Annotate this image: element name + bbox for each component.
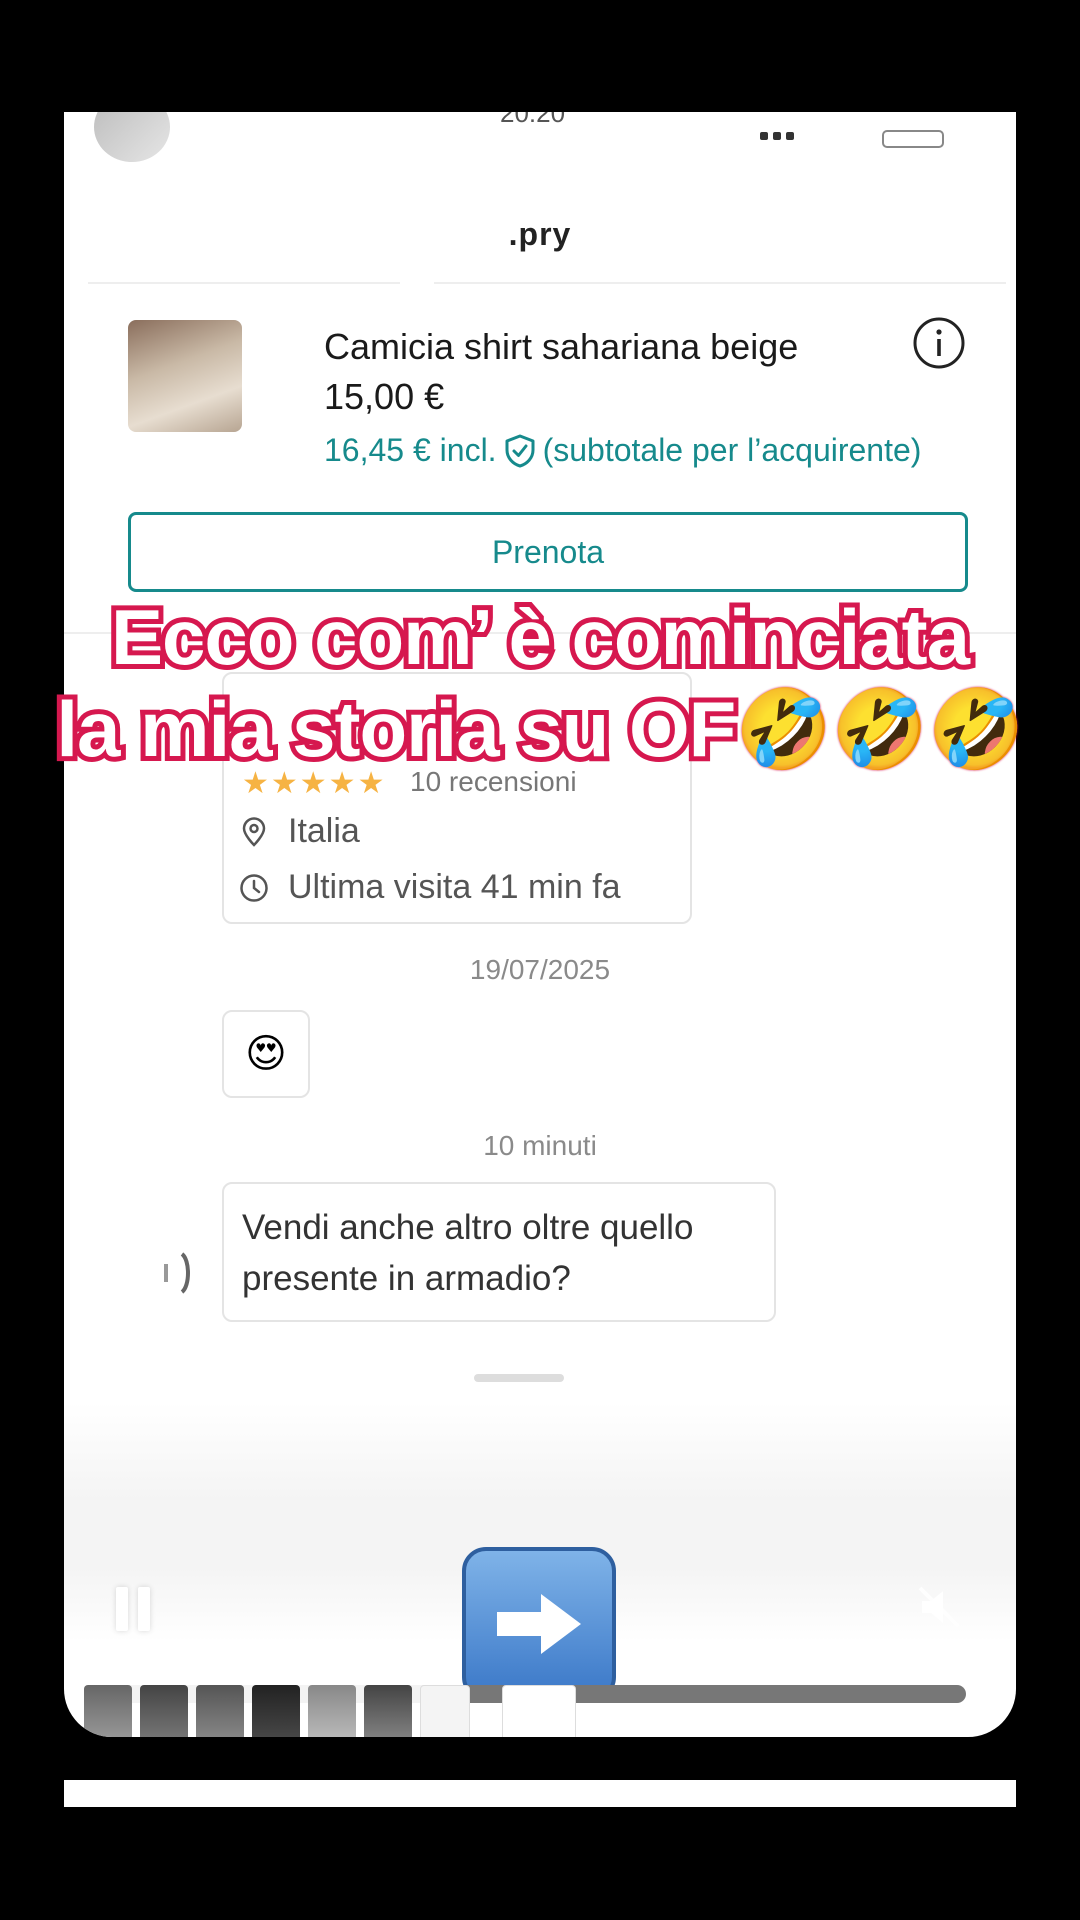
bottom-bar [64, 1780, 1016, 1807]
thumbnail[interactable] [308, 1685, 356, 1737]
mute-icon[interactable] [914, 1582, 964, 1632]
thumbnail[interactable] [364, 1685, 412, 1737]
caption-line-2: la mia storia su OF🤣🤣🤣 [0, 685, 1080, 773]
faded-timestamp [474, 1374, 564, 1382]
thumbnail[interactable] [502, 1685, 576, 1737]
info-icon[interactable] [912, 316, 966, 370]
location-pin-icon [242, 816, 266, 847]
message-line: Vendi anche altro oltre quello [242, 1208, 694, 1247]
phone-screen: 20:20 .pry Camicia shirt sahariana beige… [64, 112, 1016, 1737]
header-divider [88, 282, 400, 284]
product-price: 15,00 € [324, 376, 445, 417]
thumbnail[interactable] [420, 1685, 470, 1737]
pause-icon[interactable] [116, 1587, 152, 1631]
clock-icon [240, 873, 268, 902]
right-arrow-icon [497, 1594, 581, 1654]
thumbnail-strip [84, 1685, 576, 1737]
laughing-emojis: 🤣🤣🤣 [735, 685, 1024, 773]
shield-check-icon [505, 434, 535, 467]
message-line: presente in armadio? [242, 1259, 571, 1299]
message-bubble[interactable]: Vendi anche altro oltre quello presente … [222, 1182, 776, 1322]
thumbnail[interactable] [140, 1685, 188, 1737]
next-arrow-button[interactable] [462, 1547, 616, 1701]
thumbnail[interactable] [252, 1685, 300, 1737]
date-separator: 19/07/2025 [469, 954, 611, 985]
location-row: Italia [238, 812, 360, 851]
reserve-button[interactable]: Prenota [128, 512, 968, 592]
header-divider [434, 282, 1006, 284]
video-controls [64, 1402, 1016, 1703]
time-separator: 10 minuti [483, 1130, 597, 1161]
thumbnail[interactable] [196, 1685, 244, 1737]
last-seen-row: Ultima visita 41 min fa [238, 868, 621, 907]
conversation-title: .pry [508, 216, 572, 252]
last-seen-text: Ultima visita 41 min fa [288, 868, 621, 906]
subtotal-note: (subtotale per l’acquirente) [542, 432, 922, 468]
chat-header: .pry [64, 112, 1016, 369]
message-bubble-emoji[interactable]: 😍 [222, 1010, 310, 1098]
location-text: Italia [288, 812, 360, 850]
caption-text: la mia storia su OF [51, 685, 741, 773]
product-title: Camicia shirt sahariana beige [324, 326, 799, 367]
caption-line-1: Ecco com’ è cominciata [106, 593, 975, 681]
product-thumbnail[interactable] [128, 320, 242, 432]
price-incl: 16,45 € incl. [324, 432, 497, 468]
thumbnail[interactable] [84, 1685, 132, 1737]
price-with-protection: 16,45 € incl. (subtotale per l’acquirent… [324, 432, 921, 469]
sender-avatar [164, 1252, 190, 1294]
